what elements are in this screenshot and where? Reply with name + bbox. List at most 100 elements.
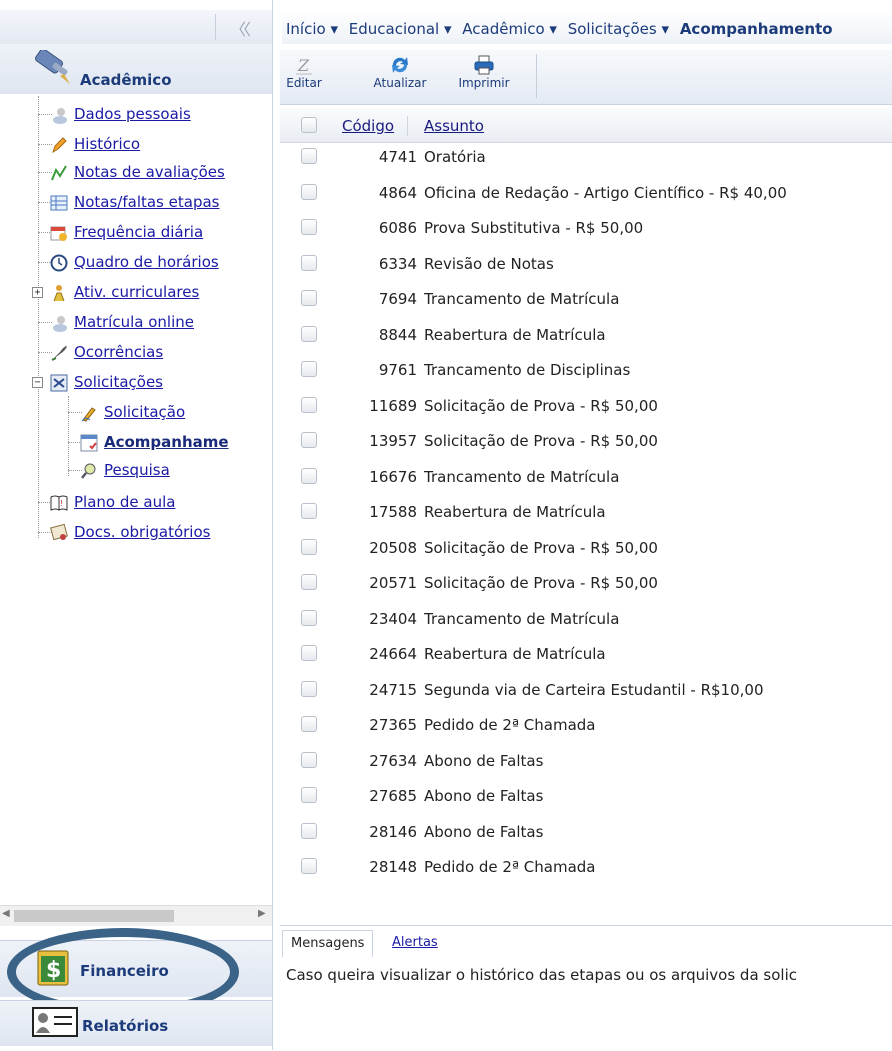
- cell-codigo: 13957: [369, 432, 417, 450]
- row-checkbox[interactable]: [301, 219, 317, 235]
- cell-codigo: 7694: [378, 290, 417, 308]
- select-all-checkbox[interactable]: [301, 117, 317, 133]
- sidebar-item-label[interactable]: Ocorrências: [74, 343, 163, 361]
- table-row[interactable]: 6334 Revisão de Notas: [280, 247, 892, 282]
- row-checkbox[interactable]: [301, 361, 317, 377]
- horizontal-scrollbar[interactable]: ◀ ▶: [0, 905, 272, 926]
- user-icon: [53, 316, 67, 332]
- row-checkbox[interactable]: [301, 254, 317, 271]
- sidebar-item-label[interactable]: Histórico: [74, 135, 140, 153]
- table-header: Código Assunto: [280, 108, 892, 143]
- row-checkbox[interactable]: [301, 574, 317, 590]
- row-checkbox[interactable]: [301, 538, 317, 555]
- sidebar-item-label[interactable]: Notas de avaliações: [74, 163, 225, 181]
- column-header-codigo[interactable]: Código: [342, 117, 394, 135]
- cell-codigo: 4741: [378, 148, 417, 166]
- sidebar-item-label[interactable]: Solicitações: [74, 373, 163, 391]
- row-checkbox[interactable]: [301, 716, 317, 732]
- table-row[interactable]: 4741 Oratória: [280, 140, 892, 175]
- cell-assunto: Pedido de 2ª Chamada: [424, 858, 596, 876]
- sidebar-item-label[interactable]: Acompanhame: [104, 433, 229, 451]
- table-row[interactable]: 24664 Reabertura de Matrícula: [280, 637, 892, 672]
- sidebar-item-label[interactable]: Dados pessoais: [74, 105, 191, 123]
- cell-assunto: Abono de Faltas: [424, 751, 544, 770]
- row-checkbox[interactable]: [301, 325, 317, 342]
- cell-codigo: 6334: [378, 254, 417, 273]
- row-checkbox[interactable]: [301, 680, 317, 697]
- row-checkbox[interactable]: [301, 609, 317, 626]
- sidebar-item-label[interactable]: Matrícula online: [74, 313, 194, 331]
- sidebar-item-label[interactable]: Docs. obrigatórios: [74, 523, 210, 541]
- table-row[interactable]: 20508 Solicitação de Prova - R$ 50,00: [280, 531, 892, 566]
- cell-assunto: Reabertura de Matrícula: [424, 503, 606, 521]
- relatorios-section-header[interactable]: Relatórios: [0, 1000, 272, 1046]
- table-row[interactable]: 27634 Abono de Faltas: [280, 744, 892, 779]
- row-checkbox[interactable]: [301, 148, 317, 164]
- messages-panel: Mensagens Alertas Caso queira visualizar…: [280, 925, 892, 1051]
- cell-codigo: 23404: [369, 609, 417, 628]
- row-checkbox[interactable]: [301, 503, 317, 519]
- table-row[interactable]: 11689 Solicitação de Prova - R$ 50,00: [280, 389, 892, 424]
- refresh-icon: [392, 57, 408, 73]
- sidebar-item-label[interactable]: Quadro de horários: [74, 253, 219, 271]
- table-row[interactable]: 8844 Reabertura de Matrícula: [280, 318, 892, 353]
- cell-assunto: Prova Substitutiva - R$ 50,00: [424, 219, 644, 237]
- cell-codigo: 28148: [369, 858, 417, 876]
- breadcrumb-inicio[interactable]: Início ▾: [286, 20, 338, 38]
- row-checkbox[interactable]: [301, 432, 317, 448]
- table-row[interactable]: 27365 Pedido de 2ª Chamada: [280, 708, 892, 743]
- expand-icon[interactable]: +: [32, 287, 43, 298]
- tab-mensagens[interactable]: Mensagens: [282, 930, 374, 957]
- divider: [215, 14, 216, 40]
- table-row[interactable]: 28146 Abono de Faltas: [280, 815, 892, 850]
- row-checkbox[interactable]: [301, 858, 317, 874]
- scroll-left-icon[interactable]: ◀: [2, 908, 10, 919]
- table-row[interactable]: 23404 Trancamento de Matrícula: [280, 602, 892, 637]
- table-row[interactable]: 4864 Oficina de Redação - Artigo Científi…: [280, 176, 892, 211]
- row-checkbox[interactable]: [301, 396, 317, 413]
- table-row[interactable]: 16676 Trancamento de Matrícula: [280, 460, 892, 495]
- row-checkbox[interactable]: [301, 467, 317, 484]
- row-checkbox[interactable]: [301, 751, 317, 768]
- breadcrumb-current: Acompanhamento: [679, 20, 833, 38]
- row-checkbox[interactable]: [301, 183, 317, 200]
- table-row[interactable]: 6086 Prova Substitutiva - R$ 50,00: [280, 211, 892, 246]
- cell-assunto: Trancamento de Matrícula: [424, 467, 620, 486]
- row-checkbox[interactable]: [301, 787, 317, 803]
- breadcrumb-solicitacoes[interactable]: Solicitações ▾: [568, 20, 669, 38]
- breadcrumb-educacional[interactable]: Educacional ▾: [349, 20, 452, 38]
- refresh-button[interactable]: Atualizar: [368, 54, 432, 90]
- sidebar-item-label[interactable]: Frequência diária: [74, 223, 203, 241]
- table-row[interactable]: 20571 Solicitação de Prova - R$ 50,00: [280, 566, 892, 601]
- table-row[interactable]: 28148 Pedido de 2ª Chamada: [280, 850, 892, 885]
- tab-alertas[interactable]: Alertas: [392, 930, 438, 956]
- table-row[interactable]: 17588 Reabertura de Matrícula: [280, 495, 892, 530]
- table-icon: [50, 195, 68, 211]
- scroll-thumb[interactable]: [14, 910, 174, 922]
- person-icon: [53, 285, 65, 302]
- table-row[interactable]: 9761 Trancamento de Disciplinas: [280, 353, 892, 388]
- row-checkbox[interactable]: [301, 645, 317, 661]
- row-checkbox[interactable]: [301, 822, 317, 839]
- sidebar-item-label[interactable]: Pesquisa: [104, 461, 170, 479]
- scroll-right-icon[interactable]: ▶: [258, 908, 266, 919]
- table-row[interactable]: 27685 Abono de Faltas: [280, 779, 892, 814]
- cell-assunto: Revisão de Notas: [424, 254, 554, 273]
- table-row[interactable]: 13957 Solicitação de Prova - R$ 50,00: [280, 424, 892, 459]
- breadcrumb-academico[interactable]: Acadêmico ▾: [462, 20, 557, 38]
- cell-assunto: Pedido de 2ª Chamada: [424, 716, 596, 734]
- sidebar-item-label[interactable]: Notas/faltas etapas: [74, 193, 219, 211]
- sidebar-item-label[interactable]: Solicitação: [104, 403, 185, 421]
- cell-codigo: 20508: [369, 538, 417, 557]
- table-row[interactable]: 24715 Segunda via de Carteira Estudantil …: [280, 673, 892, 708]
- collapse-tree-icon[interactable]: −: [32, 377, 43, 388]
- column-header-assunto[interactable]: Assunto: [424, 117, 484, 135]
- sidebar-item-label[interactable]: Ativ. curriculares: [74, 283, 199, 301]
- edit-button[interactable]: Z Editar: [282, 54, 326, 90]
- row-checkbox[interactable]: [301, 290, 317, 306]
- sidebar-item-label[interactable]: Plano de aula: [74, 493, 175, 511]
- academico-section-header[interactable]: Acadêmico: [0, 44, 272, 94]
- table-row[interactable]: 7694 Trancamento de Matrícula: [280, 282, 892, 317]
- print-button[interactable]: Imprimir: [454, 54, 514, 90]
- collapse-icon[interactable]: 〈〈: [230, 16, 251, 40]
